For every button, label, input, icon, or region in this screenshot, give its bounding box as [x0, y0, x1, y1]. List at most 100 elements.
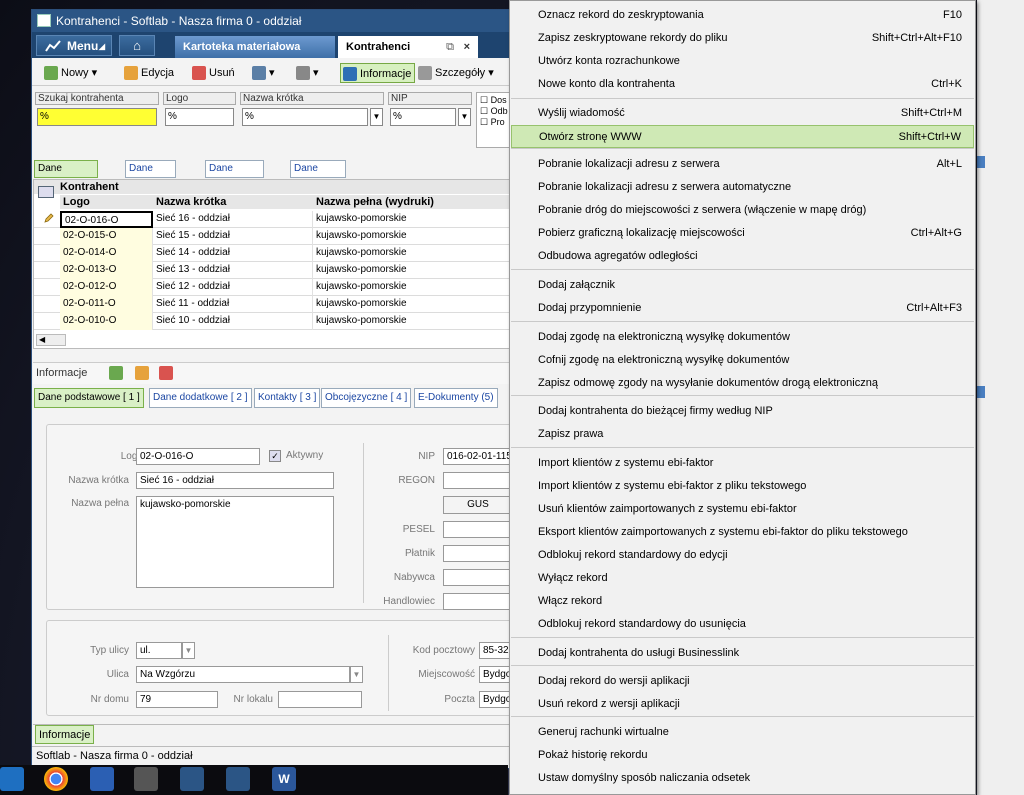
tab-detail-edocs[interactable]: E-Dokumenty (5)	[414, 388, 498, 408]
table-row[interactable]: 02-O-016-O Sieć 16 - oddział kujawsko-po…	[34, 211, 514, 228]
restore-icon[interactable]: ⧉	[446, 36, 454, 58]
edit-button[interactable]: Edycja	[122, 63, 174, 83]
menu-item[interactable]: Oznacz rekord do zeskryptowania F10	[511, 4, 974, 27]
info-add-icon[interactable]	[109, 366, 123, 380]
regon-field[interactable]	[443, 472, 513, 489]
logo-field[interactable]: 02-O-016-O	[136, 448, 260, 465]
menu-item[interactable]: Zapisz odmowę zgody na wysyłanie dokumen…	[511, 372, 974, 395]
menu-item[interactable]: Otwórz stronę WWW Shift+Ctrl+W	[511, 125, 974, 148]
tab-detail-contacts[interactable]: Kontakty [ 3 ]	[254, 388, 321, 408]
short-name-dropdown-icon[interactable]: ▼	[370, 108, 383, 126]
check-dos[interactable]: ☐ Dos	[477, 93, 513, 106]
menu-item[interactable]: Pobierz graficzną lokalizację miejscowoś…	[511, 222, 974, 245]
active-checkbox[interactable]: ✓	[269, 450, 281, 462]
menu-item[interactable]: Usuń klientów zaimportowanych z systemu …	[511, 498, 974, 521]
menu-item[interactable]: Zapisz zeskryptowane rekordy do pliku Shi…	[511, 27, 974, 50]
menu-item[interactable]: Dodaj kontrahenta do usługi Businesslink	[511, 642, 974, 665]
table-row[interactable]: 02-O-014-O Sieć 14 - oddział kujawsko-pomo…	[34, 245, 514, 262]
tab-dane-kontaktowe[interactable]: Dane kontaktowe	[205, 160, 264, 190]
softlab-icon-2[interactable]	[226, 767, 250, 791]
short-name-filter-input[interactable]: %	[242, 108, 368, 126]
tab-detail-foreign[interactable]: Obcojęzyczne [ 4 ]	[321, 388, 412, 408]
menu-item[interactable]: Pobranie dróg do miejscowości z serwera …	[511, 199, 974, 222]
menu-item[interactable]: Pobranie lokalizacji adresu z serwera Alt…	[511, 153, 974, 176]
payer-field[interactable]	[443, 545, 513, 562]
street-dropdown-icon[interactable]: ▼	[350, 666, 363, 683]
menu-item[interactable]: Usuń rekord z wersji aplikacji	[511, 693, 974, 716]
apartment-field[interactable]	[278, 691, 362, 708]
buyer-field[interactable]	[443, 569, 513, 586]
table-row[interactable]: 02-O-011-O Sieć 11 - oddział kujawsko-pomo…	[34, 296, 514, 313]
info-button[interactable]: Informacje	[340, 63, 416, 83]
menu-item[interactable]: Eksport klientów zaimportowanych z syste…	[511, 521, 974, 544]
check-odb[interactable]: ☐ Odb	[477, 106, 513, 117]
logo-filter-input[interactable]: %	[165, 108, 234, 126]
save-icon[interactable]	[90, 767, 114, 791]
outlook-icon[interactable]	[0, 767, 24, 791]
tab-dane-dodatkowe[interactable]: Dane dodatkowe	[290, 160, 347, 190]
search-input[interactable]: %	[37, 108, 157, 126]
tab-kontrahenci[interactable]: Kontrahenci ⧉ ×	[338, 36, 478, 58]
street-type-dropdown-icon[interactable]: ▼	[182, 642, 195, 659]
details-button[interactable]: Szczegóły ▾	[416, 63, 494, 83]
menu-item[interactable]: Pokaż historię rekordu	[511, 744, 974, 767]
menu-item[interactable]: Wyślij wiadomość Shift+Ctrl+M	[511, 102, 974, 125]
pesel-field[interactable]	[443, 521, 513, 538]
menu-item[interactable]: Dodaj rekord do wersji aplikacji	[511, 670, 974, 693]
menu-item[interactable]: Włącz rekord	[511, 590, 974, 613]
postal-code-field[interactable]: 85-32	[479, 642, 513, 659]
column-chooser-icon[interactable]	[38, 186, 54, 198]
post-office-field[interactable]: Bydgo	[479, 691, 513, 708]
tab-kartoteka[interactable]: Kartoteka materiałowa	[175, 36, 335, 58]
menu-item[interactable]: Odblokuj rekord standardowy do usunięcia	[511, 613, 974, 636]
salesman-field[interactable]	[443, 593, 513, 610]
menu-item[interactable]: Nowe konto dla kontrahenta Ctrl+K	[511, 73, 974, 96]
new-button[interactable]: Nowy ▾	[42, 63, 97, 83]
menu-item[interactable]: Zapisz prawa	[511, 423, 974, 446]
check-pro[interactable]: ☐ Pro	[477, 117, 513, 128]
short-name-field[interactable]: Sieć 16 - oddział	[136, 472, 334, 489]
delete-button[interactable]: Usuń	[190, 63, 235, 83]
bottom-tab-informacje[interactable]: Informacje	[35, 725, 95, 744]
col-logo[interactable]: Logo	[60, 195, 153, 209]
info-delete-icon[interactable]	[159, 366, 173, 380]
word-icon[interactable]: W	[272, 767, 296, 791]
softlab-icon[interactable]	[180, 767, 204, 791]
tab-dane-podstawowe[interactable]: Dane podstawowe	[34, 160, 98, 190]
table-row[interactable]: 02-O-010-O Sieć 10 - oddział kujawsko-pomo…	[34, 313, 514, 330]
house-number-field[interactable]: 79	[136, 691, 218, 708]
menu-item[interactable]: Dodaj zgodę na elektroniczną wysyłkę dok…	[511, 326, 974, 349]
menu-item[interactable]: Dodaj załącznik	[511, 274, 974, 297]
horizontal-scrollbar[interactable]: ◀	[36, 334, 66, 346]
table-row[interactable]: 02-O-013-O Sieć 13 - oddział kujawsko-pomo…	[34, 262, 514, 279]
full-name-field[interactable]: kujawsko-pomorskie	[136, 496, 334, 588]
menu-item[interactable]: Import klientów z systemu ebi-faktor	[511, 452, 974, 475]
menu-item[interactable]: Dodaj kontrahenta do bieżącej firmy wedł…	[511, 400, 974, 423]
menu-item[interactable]: Dodaj przypomnienie Ctrl+Alt+F3	[511, 297, 974, 320]
menu-button[interactable]: Menu ◢	[36, 35, 112, 56]
street-field[interactable]: Na Wzgórzu	[136, 666, 350, 683]
nip-field[interactable]: 016-02-01-115	[443, 448, 513, 465]
menu-item[interactable]: Odblokuj rekord standardowy do edycji	[511, 544, 974, 567]
tab-dane-adresowe[interactable]: Dane adresowe	[125, 160, 177, 190]
tab-detail-basic[interactable]: Dane podstawowe [ 1 ]	[34, 388, 144, 408]
street-type-field[interactable]: ul.	[136, 642, 182, 659]
menu-item[interactable]: Utwórz konta rozrachunkowe	[511, 50, 974, 73]
nip-filter-input[interactable]: %	[390, 108, 456, 126]
tortoise-icon[interactable]	[134, 767, 158, 791]
menu-item[interactable]: Cofnij zgodę na elektroniczną wysyłkę do…	[511, 349, 974, 372]
print-dropdown[interactable]: ▾	[294, 63, 319, 83]
tab-detail-additional[interactable]: Dane dodatkowe [ 2 ]	[149, 388, 252, 408]
menu-item[interactable]: Odbudowa agregatów odległości	[511, 245, 974, 268]
tools-dropdown[interactable]: ▾	[250, 63, 275, 83]
menu-item[interactable]: Ustaw domyślny sposób naliczania odsetek	[511, 767, 974, 790]
menu-item[interactable]: Wyłącz rekord	[511, 567, 974, 590]
menu-item[interactable]: Pobranie lokalizacji adresu z serwera au…	[511, 176, 974, 199]
nip-dropdown-icon[interactable]: ▼	[458, 108, 471, 126]
menu-item[interactable]: Generuj rachunki wirtualne	[511, 721, 974, 744]
table-row[interactable]: 02-O-015-O Sieć 15 - oddział kujawsko-pomo…	[34, 228, 514, 245]
table-row[interactable]: 02-O-012-O Sieć 12 - oddział kujawsko-pomo…	[34, 279, 514, 296]
close-tab-icon[interactable]: ×	[464, 36, 470, 58]
chrome-icon[interactable]	[44, 767, 68, 791]
info-edit-icon[interactable]	[135, 366, 149, 380]
